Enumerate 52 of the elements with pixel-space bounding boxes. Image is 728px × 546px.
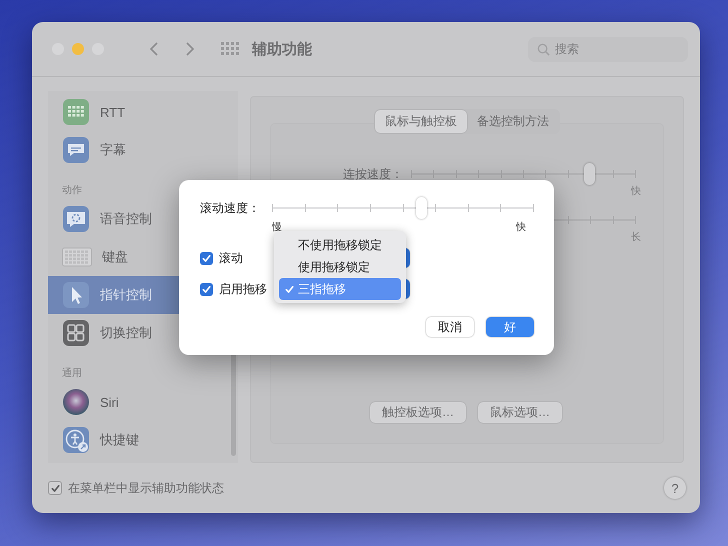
slider-end-label: 长	[631, 230, 641, 244]
tab[interactable]: 鼠标与触控板	[375, 110, 467, 133]
help-button[interactable]: ?	[664, 477, 686, 499]
keyboard-icon	[62, 98, 90, 126]
checkmark-icon	[285, 284, 294, 294]
checkbox-label: 在菜单栏中显示辅助功能状态	[68, 480, 224, 496]
menu-item[interactable]: 三指拖移	[279, 278, 401, 300]
ok-button[interactable]: 好	[486, 317, 534, 337]
grid-icon	[62, 319, 90, 347]
cancel-button[interactable]: 取消	[426, 317, 474, 337]
grid-icon[interactable]	[220, 41, 240, 57]
menu-item[interactable]: 不使用拖移锁定	[279, 234, 401, 256]
slider-thumb[interactable]	[584, 163, 595, 185]
slider-max-label: 快	[516, 220, 526, 234]
section-header: 动作	[61, 184, 83, 198]
sidebar-item[interactable]: 键盘	[48, 238, 218, 276]
options-button[interactable]: 触控板选项…	[370, 402, 466, 423]
speech-bubble-icon	[62, 136, 90, 164]
sidebar-item[interactable]: 切换控制	[48, 314, 218, 352]
checkmark-icon	[202, 254, 211, 262]
checkbox-label: 启用拖移	[219, 280, 267, 298]
orb-icon	[62, 388, 90, 416]
slider-label: 连按速度：	[342, 166, 404, 182]
section-header: 通用	[61, 366, 83, 381]
slider-min-label: 慢	[272, 220, 282, 234]
search-icon	[537, 42, 550, 56]
options-button[interactable]: 鼠标选项…	[478, 402, 562, 423]
window-title: 辅助功能	[252, 40, 312, 58]
checkbox[interactable]	[200, 252, 213, 264]
minimize-button[interactable]	[72, 43, 84, 55]
sidebar-item[interactable]: Siri	[48, 383, 218, 421]
sidebar-item[interactable]: 快捷键	[48, 421, 218, 459]
accessibility-icon	[62, 426, 90, 454]
sidebar-item[interactable]: RTT	[48, 93, 218, 131]
slider-thumb[interactable]	[416, 197, 428, 219]
slider[interactable]	[272, 200, 534, 216]
sidebar-item[interactable]: 字幕	[48, 131, 218, 169]
speech-bubble-icon	[62, 205, 90, 233]
checkbox[interactable]	[200, 282, 213, 296]
tab[interactable]: 备选控制方法	[467, 110, 559, 133]
keyboard-icon	[62, 247, 92, 267]
forward-icon[interactable]	[184, 41, 196, 57]
checkmark-icon	[202, 284, 211, 294]
slider-label: 滚动速度：	[200, 200, 261, 216]
back-icon[interactable]	[148, 41, 160, 57]
checkbox[interactable]	[48, 481, 62, 495]
pointer-icon	[62, 281, 90, 309]
slider-end-label: 快	[631, 184, 641, 198]
search-field[interactable]: 搜索	[528, 36, 688, 62]
checkmark-icon	[50, 484, 60, 492]
checkbox-label: 滚动	[219, 250, 243, 266]
menu-item[interactable]: 使用拖移锁定	[279, 256, 401, 278]
